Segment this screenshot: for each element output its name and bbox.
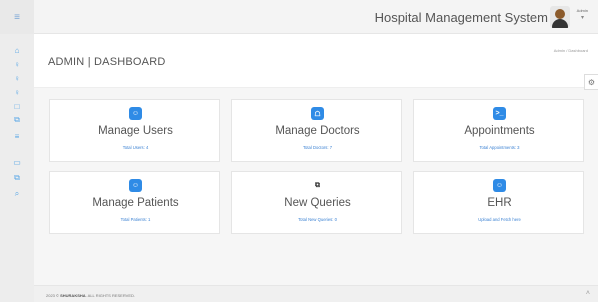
users-icon: ☖ — [311, 107, 324, 120]
home-icon[interactable]: ⌂ — [0, 44, 34, 56]
main-content: ADMIN | DASHBOARD Admin / Dashboard ⚙ ☺ … — [34, 34, 598, 302]
card-manage-users[interactable]: ☺ Manage Users Total Users: 4 — [49, 99, 220, 162]
page-header: ADMIN | DASHBOARD Admin / Dashboard — [34, 34, 598, 88]
card-title[interactable]: Manage Doctors — [232, 125, 403, 137]
chevron-up-icon[interactable]: ˄ — [586, 290, 590, 297]
card-subtitle-link[interactable]: Total New Queries: 0 — [232, 217, 403, 222]
app-root: ≡ Hospital Management System Admin ▾ ⌂ ♀… — [0, 0, 598, 302]
card-manage-doctors[interactable]: ☖ Manage Doctors Total Doctors: 7 — [231, 99, 402, 162]
copyright-prefix: 2023 © — [46, 293, 59, 298]
breadcrumb[interactable]: Admin / Dashboard — [554, 48, 588, 53]
card-appointments[interactable]: >_ Appointments Total Appointments: 3 — [413, 99, 584, 162]
avatar[interactable] — [550, 6, 570, 28]
user-icon[interactable]: ♀ — [0, 58, 34, 70]
card-title[interactable]: Appointments — [414, 125, 585, 137]
card-new-queries[interactable]: ⧉ New Queries Total New Queries: 0 — [231, 171, 402, 234]
user-icon[interactable]: ♀ — [0, 86, 34, 98]
list-icon[interactable]: ≡ — [0, 130, 34, 142]
avatar-body — [552, 19, 568, 28]
search-icon[interactable]: ⌕ — [0, 188, 34, 200]
document-icon[interactable]: □ — [0, 100, 34, 112]
footer: 2023 © SHURAKSHA. ALL RIGHTS RESERVED. ˄ — [34, 285, 598, 302]
card-title[interactable]: Manage Patients — [50, 197, 221, 209]
card-title[interactable]: Manage Users — [50, 125, 221, 137]
user-icon[interactable]: ♀ — [0, 72, 34, 84]
copyright-suffix: . ALL RIGHTS RESERVED. — [85, 293, 136, 298]
terminal-icon: >_ — [493, 107, 506, 120]
card-title[interactable]: New Queries — [232, 197, 403, 209]
card-title[interactable]: EHR — [414, 197, 585, 209]
gear-icon[interactable]: ⚙ — [584, 74, 598, 90]
card-icon[interactable]: ▭ — [0, 156, 34, 168]
page-title: ADMIN | DASHBOARD — [48, 56, 166, 68]
card-subtitle-link[interactable]: Total Appointments: 3 — [414, 145, 585, 150]
card-ehr[interactable]: ☺ EHR Upload and Fetch here — [413, 171, 584, 234]
user-name[interactable]: Admin — [577, 8, 588, 13]
copyright-text: 2023 © SHURAKSHA. ALL RIGHTS RESERVED. — [46, 293, 135, 298]
card-subtitle-link[interactable]: Total Patients: 1 — [50, 217, 221, 222]
copy-icon[interactable]: ⧉ — [0, 114, 34, 126]
copy-icon: ⧉ — [315, 181, 320, 189]
card-subtitle-link[interactable]: Total Doctors: 7 — [232, 145, 403, 150]
smile-icon: ☺ — [129, 179, 142, 192]
smile-icon: ☺ — [129, 107, 142, 120]
card-subtitle-link[interactable]: Upload and Fetch here — [414, 217, 585, 222]
top-bar: ≡ Hospital Management System Admin ▾ — [0, 0, 598, 34]
menu-toggle-icon[interactable]: ≡ — [0, 0, 34, 34]
sidebar: ⌂ ♀ ♀ ♀ □ ⧉ ≡ ▭ ⧉ ⌕ — [0, 34, 34, 302]
card-manage-patients[interactable]: ☺ Manage Patients Total Patients: 1 — [49, 171, 220, 234]
smile-icon: ☺ — [493, 179, 506, 192]
avatar-head — [555, 9, 565, 19]
chevron-down-icon[interactable]: ▾ — [581, 14, 584, 21]
brand-name: SHURAKSHA — [60, 293, 86, 298]
card-subtitle-link[interactable]: Total Users: 4 — [50, 145, 221, 150]
copy-icon[interactable]: ⧉ — [0, 172, 34, 184]
app-title: Hospital Management System — [374, 10, 548, 25]
